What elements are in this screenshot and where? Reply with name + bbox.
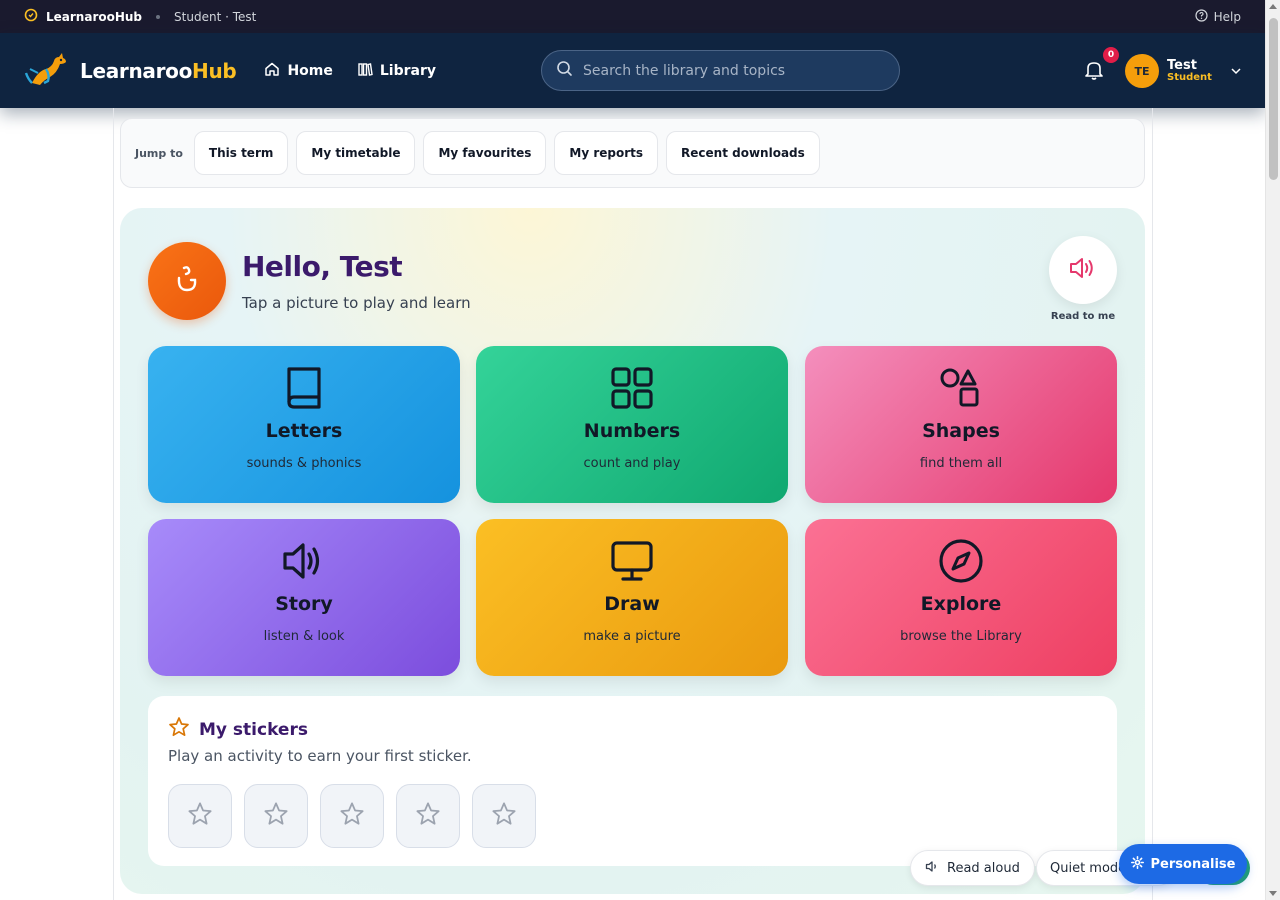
sticker-slot [320,784,384,848]
read-aloud-button[interactable]: Read aloud [910,850,1035,886]
stickers-subtitle: Play an activity to earn your first stic… [168,747,472,765]
shapes-icon [939,364,983,412]
tile-title: Shapes [922,420,1000,442]
site-logo[interactable]: LearnarooHub [24,49,237,93]
notifications-count-badge: 0 [1103,47,1119,63]
stickers-heading: My stickers [168,716,308,743]
speaker-icon [1068,255,1098,285]
nav-home-label: Home [287,62,333,79]
greeting-subtitle: Tap a picture to play and learn [242,294,471,312]
tile-subtitle: count and play [583,456,681,471]
jump-to-bar: Jump to This term My timetable My favour… [120,118,1145,188]
stickers-title: My stickers [199,719,308,740]
star-icon [339,801,365,831]
tile-subtitle: browse the Library [900,629,1022,644]
monitor-icon [610,537,654,585]
read-to-me-label: Read to me [1050,311,1116,322]
help-label: Help [1213,9,1241,24]
separator-dot [156,14,161,19]
nav-home[interactable]: Home [264,61,333,81]
help-link[interactable]: Help [1195,8,1241,25]
avatar: TE [1125,54,1159,88]
tile-title: Story [275,593,333,615]
tile-subtitle: sounds & phonics [246,456,362,471]
search-input[interactable] [583,62,883,79]
personalise-button[interactable]: Personalise [1119,844,1247,884]
kangaroo-logo-icon [24,49,72,93]
nav-library-label: Library [379,62,436,79]
scrollbar-thumb[interactable] [1269,18,1278,180]
read-aloud-label: Read aloud [947,860,1020,876]
chevron-down-icon [1230,62,1242,81]
chip-recent-downloads[interactable]: Recent downloads [666,131,820,175]
tile-title: Explore [920,593,1002,615]
stickers-card: My stickers Play an activity to earn you… [148,696,1117,866]
personalise-label: Personalise [1150,856,1236,872]
jump-to-label: Jump to [135,146,183,160]
sticker-slot [472,784,536,848]
tile-story[interactable]: Story listen & look [148,519,460,676]
user-menu[interactable]: TE Test Student [1125,54,1242,88]
scroll-up-arrow-icon[interactable] [1269,4,1277,9]
avatar-glyph-icon [170,262,204,300]
breadcrumb: Student · Test [174,9,257,24]
utility-bar: LearnarooHub Student · Test Help [0,0,1265,33]
main-navbar: LearnarooHub Home Library 0 TE Test Stud… [0,33,1265,108]
help-icon [1195,8,1208,25]
chip-this-term[interactable]: This term [193,131,289,175]
tile-numbers[interactable]: Numbers count and play [476,346,788,503]
scroll-down-arrow-icon[interactable] [1269,891,1277,896]
nav-library[interactable]: Library [357,61,436,81]
page-scrollbar[interactable] [1265,0,1280,900]
star-icon [187,801,213,831]
search-bar[interactable] [541,50,900,91]
user-name: Test [1167,57,1197,73]
sticker-slot [168,784,232,848]
star-icon [263,801,289,831]
tile-title: Numbers [583,420,681,442]
sticker-slot [244,784,308,848]
sticker-slot [396,784,460,848]
tile-draw[interactable]: Draw make a picture [476,519,788,676]
user-role: Student [1167,71,1212,83]
tile-title: Draw [604,593,660,615]
user-info: Test Student [1167,59,1212,84]
tile-subtitle: find them all [919,456,1003,471]
logo-wordmark-accent: Hub [192,58,237,83]
speaker-icon [281,537,327,585]
star-icon [491,801,517,831]
read-to-me-button[interactable] [1049,236,1117,304]
notifications-bell-icon[interactable] [1084,59,1104,85]
home-icon [264,61,280,81]
compass-icon [938,537,984,585]
logo-mark-icon [24,8,38,25]
library-icon [357,61,373,81]
tile-subtitle: listen & look [263,629,345,644]
chip-my-reports[interactable]: My reports [554,131,659,175]
book-icon [284,364,324,412]
student-avatar [148,242,226,320]
chip-my-timetable[interactable]: My timetable [296,131,416,175]
star-icon [168,716,190,743]
logo-wordmark-main: Learnaroo [80,58,193,83]
gear-icon [1130,855,1144,873]
tile-subtitle: make a picture [583,629,681,644]
star-icon [415,801,441,831]
quiet-mode-label: Quiet mode [1050,860,1127,876]
chip-my-favourites[interactable]: My favourites [423,131,547,175]
tile-letters[interactable]: Letters sounds & phonics [148,346,460,503]
tile-shapes[interactable]: Shapes find them all [805,346,1117,503]
grid-icon [610,364,654,412]
greeting-title: Hello, Test [242,250,403,283]
speaker-icon [925,860,939,877]
utility-brand[interactable]: LearnarooHub [24,8,142,25]
search-icon [556,60,573,81]
tile-title: Letters [265,420,343,442]
logo-wordmark: LearnarooHub [80,58,237,83]
tile-explore[interactable]: Explore browse the Library [805,519,1117,676]
utility-brand-label: LearnarooHub [46,9,143,24]
